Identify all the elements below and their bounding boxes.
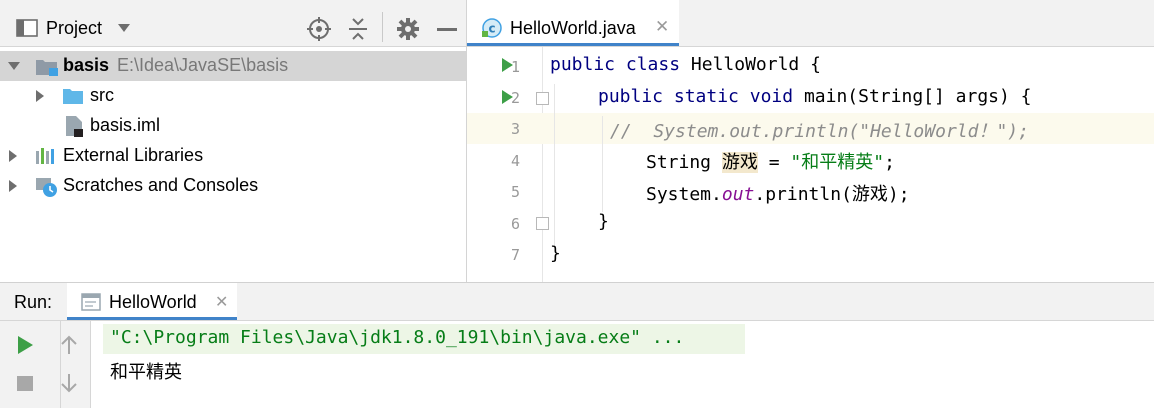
tree-item-basis-iml-label: basis.iml xyxy=(90,115,161,135)
project-window-icon[interactable] xyxy=(16,19,38,37)
code-line-5[interactable]: System.out.println(游戏); xyxy=(646,180,910,206)
code-line-2[interactable]: public static void main(String[] args) { xyxy=(598,86,1032,107)
chevron-right-icon[interactable] xyxy=(9,180,17,192)
static-field: out xyxy=(721,184,755,205)
line-number: 7 xyxy=(510,246,520,264)
tree-row-src[interactable]: src xyxy=(0,81,466,111)
tree-item-basis-path: E:\Idea\JavaSE\basis xyxy=(117,55,289,75)
libraries-icon xyxy=(36,148,54,164)
line-number: 4 xyxy=(510,152,520,170)
tree-item-external-libraries-label: External Libraries xyxy=(63,145,204,165)
header-divider xyxy=(382,12,383,42)
chevron-down-icon[interactable] xyxy=(8,62,20,70)
code-line-6[interactable]: } xyxy=(598,211,609,232)
tree-row-basis-iml[interactable]: basis.iml xyxy=(0,111,466,141)
keyword: class xyxy=(625,54,681,75)
string-literal: "和平精英" xyxy=(790,152,885,173)
keyword: void xyxy=(749,86,794,107)
svg-text:c: c xyxy=(488,22,495,36)
chevron-right-icon[interactable] xyxy=(9,150,17,162)
tree-row-basis[interactable]: basis E:\Idea\JavaSE\basis xyxy=(0,51,466,81)
arrow-up-icon[interactable] xyxy=(60,334,78,356)
minimize-icon[interactable] xyxy=(437,28,457,31)
close-icon[interactable]: ✕ xyxy=(215,292,228,312)
tree-item-src-label: src xyxy=(90,85,114,105)
run-class-icon[interactable] xyxy=(502,58,513,72)
tree-row-scratches[interactable]: Scratches and Consoles xyxy=(0,171,466,201)
code-line-3-comment[interactable]: // System.out.println("HelloWorld！"); xyxy=(610,117,1029,143)
gear-icon[interactable] xyxy=(396,17,420,41)
run-tab-label: HelloWorld xyxy=(109,292,197,312)
fold-marker-icon[interactable] xyxy=(536,92,549,105)
code-text: ; xyxy=(884,152,895,173)
code-text: System. xyxy=(646,184,722,205)
stop-icon[interactable] xyxy=(17,376,33,391)
indent-guide xyxy=(602,116,603,212)
keyword: public xyxy=(598,86,664,107)
tree-item-basis-label: basis xyxy=(63,55,110,75)
code-text: = xyxy=(757,152,791,173)
tree-item-scratches-label: Scratches and Consoles xyxy=(63,175,259,195)
code-line-1[interactable]: public class HelloWorld { xyxy=(550,54,821,75)
project-view-title[interactable]: Project xyxy=(46,18,102,39)
locate-target-icon[interactable] xyxy=(307,17,331,41)
console-output-line[interactable]: 和平精英 xyxy=(110,358,182,384)
close-icon[interactable]: ✕ xyxy=(655,17,669,37)
code-text: HelloWorld { xyxy=(680,54,821,75)
code-text: .println(游戏); xyxy=(754,184,910,205)
code-text: String xyxy=(646,152,722,173)
chevron-down-icon[interactable] xyxy=(118,24,130,32)
fold-marker-icon[interactable] xyxy=(536,217,549,230)
line-number: 3 xyxy=(510,120,520,138)
run-method-icon[interactable] xyxy=(502,90,513,104)
source-folder-icon xyxy=(63,89,83,104)
collapse-all-icon[interactable] xyxy=(347,17,369,41)
line-number: 5 xyxy=(510,183,520,201)
file-icon xyxy=(66,116,83,137)
line-number: 6 xyxy=(510,215,520,233)
arrow-down-icon[interactable] xyxy=(60,372,78,394)
indent-guide xyxy=(554,84,555,246)
console-icon xyxy=(81,293,101,311)
rerun-icon[interactable] xyxy=(18,336,33,354)
chevron-right-icon[interactable] xyxy=(36,90,44,102)
code-text: main(String[] args) { xyxy=(793,86,1032,107)
editor-tab-label: HelloWorld.java xyxy=(510,18,636,38)
run-label: Run: xyxy=(14,292,53,312)
keyword: static xyxy=(673,86,739,107)
module-folder-icon xyxy=(36,60,58,76)
console-command-line[interactable]: "C:\Program Files\Java\jdk1.8.0_191\bin\… xyxy=(110,327,684,348)
tree-row-external-libraries[interactable]: External Libraries xyxy=(0,141,466,171)
keyword: public xyxy=(550,54,616,75)
scratches-icon xyxy=(36,178,57,197)
variable-highlight: 游戏 xyxy=(721,152,758,173)
code-line-7[interactable]: } xyxy=(550,243,561,264)
java-class-icon: c xyxy=(482,18,502,38)
code-line-4[interactable]: String 游戏 = "和平精英"; xyxy=(646,148,895,174)
